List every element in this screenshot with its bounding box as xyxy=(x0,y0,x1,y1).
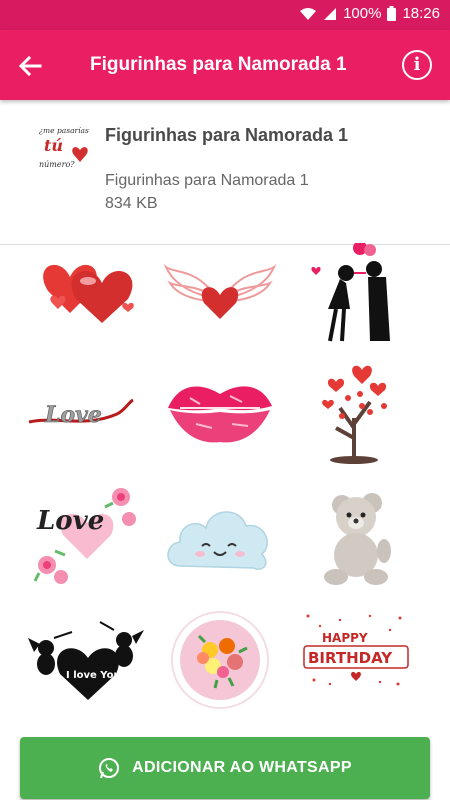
love-roses-label: Love xyxy=(36,506,104,536)
tray-line-1: ¿me pasarías xyxy=(39,126,89,135)
sticker-couple-kiss[interactable] xyxy=(300,241,420,353)
back-button[interactable] xyxy=(14,50,46,82)
pack-publisher: Figurinhas para Namorada 1 xyxy=(105,172,309,189)
love-text-label: Love xyxy=(44,402,102,428)
pack-size: 834 KB xyxy=(105,195,158,212)
sticker-heart-tree[interactable] xyxy=(300,358,420,468)
info-icon: i xyxy=(413,54,421,75)
tray-line-3: número? xyxy=(39,160,75,169)
add-button-label: ADICIONAR AO WHATSAPP xyxy=(132,759,352,776)
clock: 18:26 xyxy=(402,5,440,22)
birthday-line-1: HAPPY xyxy=(322,631,368,645)
sticker-red-hearts[interactable] xyxy=(30,251,150,361)
whatsapp-icon xyxy=(99,758,120,779)
app-bar: Figurinhas para Namorada 1 i xyxy=(0,30,450,100)
add-to-whatsapp-button[interactable]: ADICIONAR AO WHATSAPP xyxy=(20,737,430,799)
sticker-winged-heart[interactable] xyxy=(160,251,280,361)
pack-tray-icon: ¿me pasarías tú número? xyxy=(39,126,89,169)
sticker-grid: Love Love I love You HAPPY BIRTHDAY xyxy=(0,241,450,736)
sticker-pink-lips[interactable] xyxy=(160,358,280,468)
sticker-happy-birthday[interactable]: HAPPY BIRTHDAY xyxy=(300,608,420,718)
battery-percent: 100% xyxy=(343,5,382,22)
arrow-back-icon xyxy=(18,55,42,77)
battery-icon xyxy=(387,6,397,21)
pack-name: Figurinhas para Namorada 1 xyxy=(105,125,349,145)
tray-line-2: tú xyxy=(44,136,63,155)
info-button[interactable]: i xyxy=(402,50,432,80)
sticker-smiling-cloud[interactable] xyxy=(160,486,280,596)
signal-icon xyxy=(324,7,337,20)
sticker-cupids-i-love-you[interactable]: I love You xyxy=(28,608,148,718)
sticker-love-text[interactable]: Love xyxy=(25,358,145,468)
i-love-you-label: I love You xyxy=(66,670,121,681)
birthday-line-2: BIRTHDAY xyxy=(308,649,393,667)
sticker-love-roses[interactable]: Love xyxy=(25,481,145,591)
sticker-teddy-bear[interactable] xyxy=(300,481,420,591)
app-title: Figurinhas para Namorada 1 xyxy=(90,54,347,75)
wifi-icon xyxy=(300,7,317,20)
status-bar: 100% 18:26 xyxy=(0,0,450,30)
sticker-flower-bouquet[interactable] xyxy=(165,608,285,718)
